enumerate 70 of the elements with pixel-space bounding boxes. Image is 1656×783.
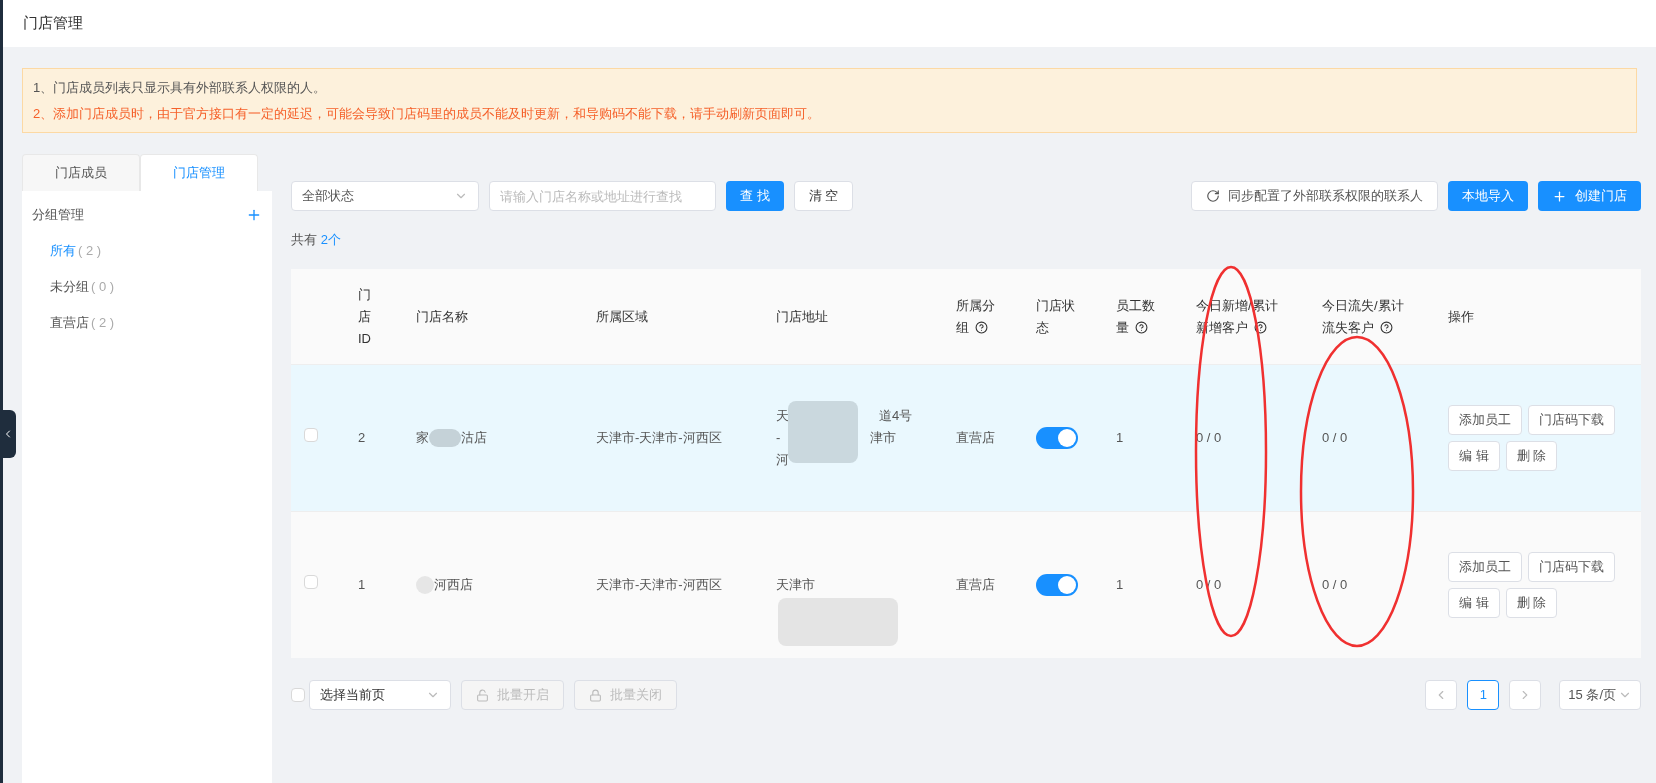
table-cell: 0 / 0 <box>1196 430 1222 446</box>
table-cell-text: 天 <box>776 407 789 426</box>
column-header: 门店地址 <box>776 307 828 326</box>
clear-button[interactable]: 清 空 <box>793 181 854 211</box>
sidebar-tab[interactable]: 门店成员 <box>22 154 140 191</box>
status-select[interactable]: 全部状态 <box>291 181 479 211</box>
action-button[interactable]: 添加员工 <box>1448 552 1522 582</box>
column-header: 员工数量 <box>1116 296 1156 337</box>
total-count: 共有 2个 <box>291 231 341 250</box>
action-button[interactable]: 编 辑 <box>1448 588 1500 618</box>
next-page-button[interactable] <box>1509 680 1542 710</box>
page-select[interactable]: 选择当前页 <box>309 680 451 710</box>
table-cell-text: 沽店 <box>461 429 487 448</box>
table-cell-text: 河 <box>776 451 789 470</box>
group-item[interactable]: 直营店( 2 ) <box>22 311 272 335</box>
column-header: 门店名称 <box>416 307 468 326</box>
unlock-icon <box>476 688 489 702</box>
plus-icon <box>1552 188 1567 204</box>
redaction-blur <box>429 429 461 447</box>
collapse-handle[interactable] <box>3 410 16 458</box>
table-cell-text: 河西店 <box>434 576 473 595</box>
action-button[interactable]: 编 辑 <box>1448 441 1500 471</box>
page-title: 门店管理 <box>23 13 83 34</box>
table-cell: 0 / 0 <box>1322 430 1348 446</box>
lock-icon <box>589 688 602 702</box>
help-icon <box>975 320 988 334</box>
action-button[interactable]: 门店码下载 <box>1528 405 1615 435</box>
column-header: 操作 <box>1448 307 1474 326</box>
table-cell-text: - <box>776 429 781 448</box>
group-item[interactable]: 未分组( 0 ) <box>22 275 272 299</box>
table-cell: 1 <box>1116 430 1124 446</box>
table-cell-text: 天津市 <box>776 576 815 595</box>
redaction-blur <box>788 401 858 463</box>
action-button[interactable]: 添加员工 <box>1448 405 1522 435</box>
column-header: 所属区域 <box>596 307 648 326</box>
notice-text: 2、添加门店成员时，由于官方接口有一定的延迟，可能会导致门店码里的成员不能及时更新，和导购码不能下载，请手动刷新页面即可。 <box>33 104 822 123</box>
notice-text: 1、门店成员列表只显示具有外部联系人权限的人。 <box>33 79 328 97</box>
table-cell: 1 <box>1116 577 1124 593</box>
sync-button[interactable]: 同步配置了外部联系权限的联系人 <box>1191 181 1438 211</box>
column-header: 所属分组 <box>956 296 996 337</box>
help-icon <box>1254 320 1267 334</box>
column-header: 门店状态 <box>1036 296 1076 337</box>
column-header: 门店ID <box>358 285 372 348</box>
group-title: 分组管理 <box>32 206 84 225</box>
page-size-select[interactable]: 15 条/页 <box>1559 680 1641 710</box>
status-switch[interactable] <box>1036 427 1078 449</box>
checkbox[interactable] <box>304 575 318 590</box>
table-cell: 直营店 <box>956 577 995 593</box>
checkbox[interactable] <box>304 428 318 443</box>
action-button[interactable]: 删 除 <box>1505 441 1558 471</box>
action-button[interactable]: 门店码下载 <box>1528 552 1615 582</box>
prev-page-button[interactable] <box>1425 680 1458 710</box>
add-icon[interactable] <box>246 207 262 223</box>
table-cell: 天津市-天津市-河西区 <box>596 577 722 593</box>
table-cell: 1 <box>358 577 366 593</box>
checkbox[interactable] <box>291 688 305 702</box>
table-cell-text: 津市 <box>870 429 897 448</box>
table-cell-text: 家 <box>416 429 429 448</box>
help-icon <box>1380 320 1393 334</box>
column-header: 今日流失/累计流失客户 <box>1322 296 1405 337</box>
status-switch[interactable] <box>1036 574 1078 596</box>
table-cell: 0 / 0 <box>1322 577 1348 593</box>
table-cell: 直营店 <box>956 430 995 446</box>
search-field[interactable]: 请输入门店名称或地址进行查找 <box>489 181 716 211</box>
action-button[interactable]: 删 除 <box>1505 588 1558 618</box>
help-icon <box>1135 320 1148 334</box>
table-cell: 天津市-天津市-河西区 <box>596 430 722 446</box>
table-cell: 2 <box>358 430 366 446</box>
table-cell-text: 道4号 <box>879 407 913 426</box>
refresh-icon <box>1206 189 1220 203</box>
